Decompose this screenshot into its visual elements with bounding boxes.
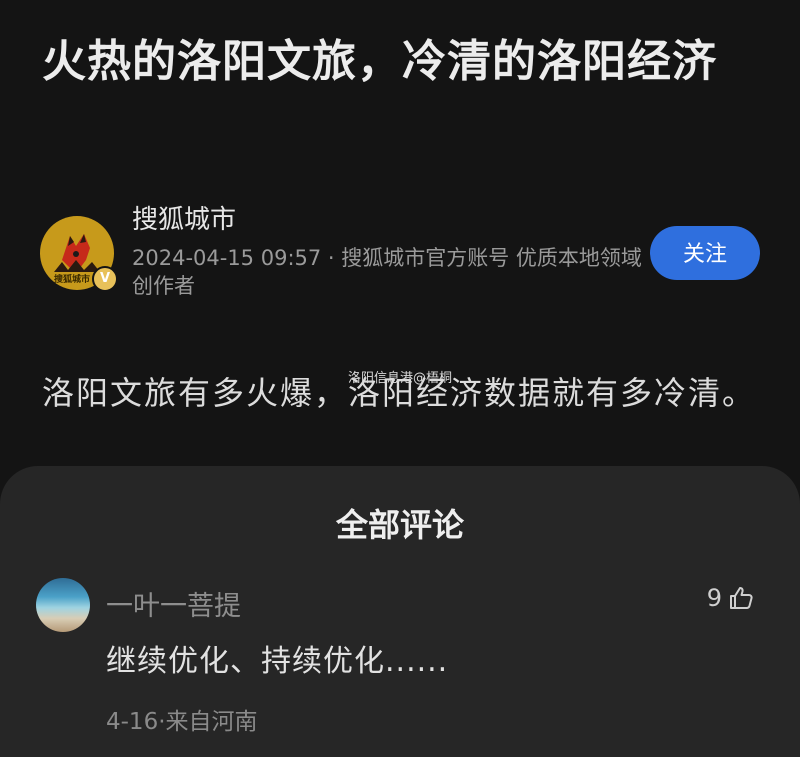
comments-sheet-title: 全部评论 — [335, 506, 464, 544]
author-row: 搜狐城市 V 搜狐城市 2024-04-15 09:57 · 搜狐城市官方账号 … — [40, 200, 770, 310]
verified-badge-icon: V — [92, 266, 118, 292]
comment-meta: 4-16·来自河南 — [106, 709, 258, 735]
commenter-avatar[interactable] — [36, 578, 90, 632]
commenter-name[interactable]: 一叶一菩提 — [106, 584, 241, 623]
article-title: 火热的洛阳文旅，冷清的洛阳经济 — [42, 36, 717, 87]
avatar-text: 搜狐城市 — [54, 275, 91, 285]
comments-sheet: 全部评论 一叶一菩提 9 继续优化、持续优化...... 4-16·来自河南 — [0, 466, 800, 757]
watermark-text: 洛阳信息港@梧桐 — [348, 371, 453, 386]
thumbs-up-icon — [730, 587, 753, 609]
like-count: 9 — [706, 584, 722, 612]
author-name[interactable]: 搜狐城市 — [132, 202, 236, 238]
follow-button[interactable]: 关注 — [650, 226, 760, 280]
comment-text: 继续优化、持续优化...... — [106, 644, 449, 679]
like-button[interactable]: 9 — [707, 584, 754, 612]
author-meta: 2024-04-15 09:57 · 搜狐城市官方账号 优质本地领域创作者 — [132, 246, 642, 298]
comment-item: 一叶一菩提 9 继续优化、持续优化...... 4-16·来自河南 — [0, 574, 800, 754]
